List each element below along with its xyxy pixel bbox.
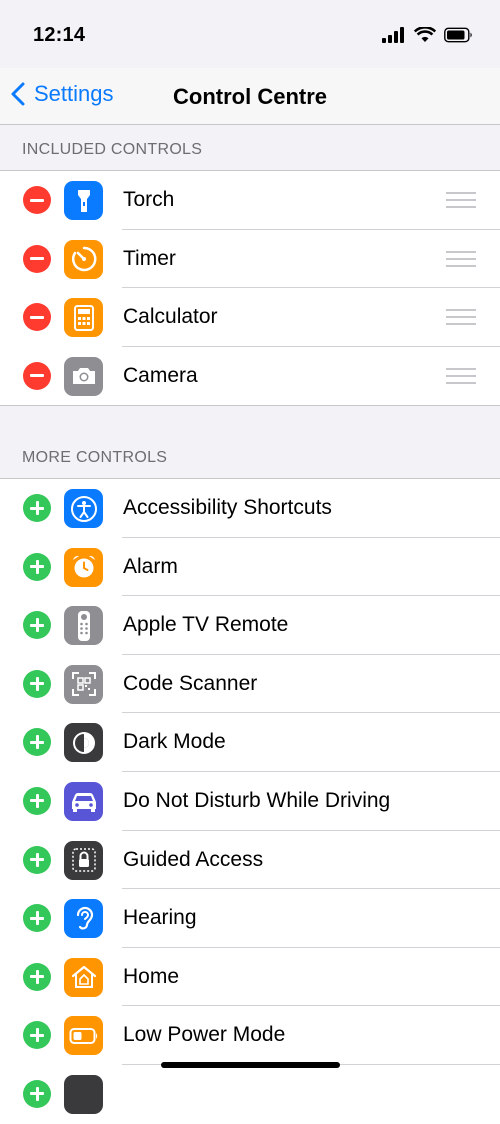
- remove-button[interactable]: [23, 186, 51, 214]
- calculator-icon: [64, 298, 103, 338]
- remove-button[interactable]: [23, 361, 51, 390]
- add-button[interactable]: [23, 669, 51, 698]
- add-button[interactable]: [23, 845, 51, 874]
- control-label: Timer: [123, 246, 176, 270]
- control-row-code-scanner: Code Scanner: [0, 655, 500, 714]
- drag-handle[interactable]: [446, 192, 476, 208]
- control-row-partial: [0, 1065, 500, 1124]
- add-button[interactable]: [23, 728, 51, 757]
- add-button[interactable]: [23, 786, 51, 815]
- drag-handle[interactable]: [446, 250, 476, 267]
- home-icon: [64, 957, 103, 997]
- add-button[interactable]: [23, 1021, 51, 1050]
- control-label: Apple TV Remote: [123, 613, 289, 637]
- control-label: Camera: [123, 363, 198, 387]
- control-row-guided-access: Guided Access: [0, 831, 500, 890]
- control-label: Hearing: [123, 906, 197, 930]
- control-label: Home: [123, 964, 180, 988]
- control-row-accessibility-shortcuts: Accessibility Shortcuts: [0, 479, 500, 538]
- control-icon: [64, 1074, 103, 1114]
- cellular-signal-icon: [382, 27, 404, 43]
- drag-handle[interactable]: [446, 367, 476, 384]
- control-row-calculator: Calculator: [0, 288, 500, 347]
- control-row-torch: Torch: [0, 171, 500, 230]
- control-label: Torch: [123, 188, 175, 211]
- battery-icon: [64, 1016, 103, 1056]
- qr-code-icon: [64, 664, 103, 704]
- drag-handle[interactable]: [446, 309, 476, 326]
- control-row-low-power-mode: Low Power Mode: [0, 1006, 500, 1065]
- wifi-icon: [414, 27, 436, 42]
- control-row-do-not-disturb-while-driving: Do Not Disturb While Driving: [0, 772, 500, 831]
- add-button[interactable]: [23, 552, 51, 581]
- section-header-more: MORE CONTROLS: [22, 449, 168, 466]
- accessibility-icon: [64, 489, 103, 528]
- status-icons: [382, 27, 474, 43]
- alarm-icon: [64, 547, 103, 587]
- control-label: Guided Access: [123, 847, 264, 871]
- add-button[interactable]: [23, 611, 51, 640]
- more-controls-list: Accessibility Shortcuts Alarm Apple TV R…: [0, 478, 500, 1124]
- add-button[interactable]: [23, 1079, 51, 1108]
- status-time: 12:14: [33, 24, 86, 46]
- control-row-timer: Timer: [0, 230, 500, 289]
- remove-button[interactable]: [23, 303, 51, 332]
- battery-status-icon: [444, 27, 472, 43]
- status-bar: 12:14: [0, 0, 500, 68]
- add-button[interactable]: [23, 962, 51, 991]
- camera-icon: [64, 356, 103, 396]
- control-label: Calculator: [123, 305, 218, 329]
- tv-remote-icon: [64, 606, 103, 646]
- control-label: Alarm: [123, 554, 178, 578]
- home-indicator[interactable]: [161, 1062, 340, 1068]
- add-button[interactable]: [23, 904, 51, 933]
- timer-icon: [64, 239, 103, 279]
- add-button[interactable]: [23, 494, 51, 522]
- control-label: Code Scanner: [123, 671, 258, 695]
- remove-button[interactable]: [23, 244, 51, 273]
- control-row-dark-mode: Dark Mode: [0, 713, 500, 772]
- lock-icon: [64, 840, 103, 880]
- control-row-hearing: Hearing: [0, 889, 500, 948]
- control-row-apple-tv-remote: Apple TV Remote: [0, 596, 500, 655]
- control-label: Do Not Disturb While Driving: [123, 788, 391, 812]
- included-controls-list: Torch Timer Calculator Camera: [0, 170, 500, 407]
- control-row-alarm: Alarm: [0, 538, 500, 597]
- car-icon: [64, 781, 103, 821]
- navigation-bar: Settings Control Centre: [0, 68, 500, 125]
- control-label: Low Power Mode: [123, 1023, 286, 1047]
- control-label: Accessibility Shortcuts: [123, 496, 332, 519]
- torch-icon: [64, 181, 103, 220]
- control-label: Dark Mode: [123, 730, 226, 754]
- page-title: Control Centre: [173, 84, 327, 109]
- control-row-home: Home: [0, 948, 500, 1007]
- dark-mode-icon: [64, 723, 103, 763]
- section-header-included: INCLUDED CONTROLS: [22, 141, 203, 158]
- control-row-camera: Camera: [0, 347, 500, 406]
- ear-icon: [64, 899, 103, 939]
